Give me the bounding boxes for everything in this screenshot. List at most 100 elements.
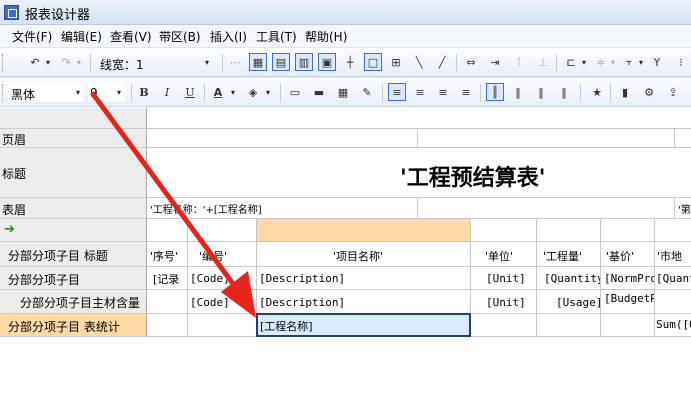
report-designer-window: 报表设计器 文件(F) 编辑(E) 查看(V) 带区(B) 插入(I) 工具(T… [0,0,691,412]
column-header[interactable]: '单位' [485,248,513,264]
insert-row-icon[interactable]: ⊥ [534,53,552,71]
align-justify-icon[interactable]: ≡ [457,83,475,101]
border-cross-icon[interactable]: ┼ [341,53,359,71]
band-table-header[interactable]: 表眉 [0,198,147,219]
split-icon[interactable]: ⇥ [486,53,504,71]
detail-cell[interactable]: [NormPro [604,272,654,285]
image-icon[interactable]: ▬ [310,83,328,101]
distribute-icon[interactable]: ≑ [592,53,610,71]
material-cell[interactable]: [BudgetR [604,292,654,305]
material-cell[interactable]: [Unit] [486,296,526,309]
band-detail-material[interactable]: 分部分项子目主材含量 [0,290,147,314]
bold-button[interactable]: B [135,83,153,101]
menu-help[interactable]: 帮助(H) [305,28,347,45]
column-header[interactable]: '市地 [657,248,691,264]
detail-cell[interactable]: [记录 [153,271,187,287]
tree-icon[interactable]: ⫟ [620,53,638,71]
detail-cell[interactable]: [Unit] [486,272,526,285]
border-horizontal-icon[interactable]: ▥ [295,53,313,71]
window-title: 报表设计器 [25,8,91,23]
band-label: 分部分项子目 表统计 [8,320,120,334]
band-label: 分部分项子目主材含量 [20,296,141,310]
chevron-down-icon[interactable]: ▾ [205,58,209,67]
border-inner-icon[interactable]: ▤ [272,53,290,71]
border-none-icon[interactable]: ⋯ [226,53,244,71]
band-page-header[interactable]: 页眉 [0,129,147,148]
insert-col-icon[interactable]: ⊺ [510,53,528,71]
dots-icon[interactable]: ⁝ [672,53,690,71]
border-grid-icon[interactable]: ⊞ [387,53,405,71]
title-bar: 报表设计器 [0,0,691,25]
menu-tools[interactable]: 工具(T) [256,28,297,45]
text-box-icon[interactable]: ▭ [286,83,304,101]
chevron-down-icon[interactable]: ▾ [76,88,80,97]
band-marker[interactable]: ➔ [0,219,147,242]
table-icon[interactable]: ▦ [334,83,352,101]
menu-file[interactable]: 文件(F) [12,28,52,45]
menu-edit[interactable]: 编辑(E) [61,28,102,45]
detail-cell[interactable]: [Quant [656,272,691,285]
report-design-grid[interactable]: 页眉 标题 表眉 ➔ 分部分项子目 标题 分部分项子目 分部分项子目主材含量 分… [0,108,691,412]
align-right-icon[interactable]: ≡ [434,83,452,101]
valign-top-icon[interactable]: ‖ [509,83,527,101]
arrow-right-icon: ➔ [4,222,15,237]
align-center-icon[interactable]: ≡ [411,83,429,101]
export-icon[interactable]: ⇪ [664,83,682,101]
align-left-icon[interactable]: ≡ [388,83,406,101]
gear-icon[interactable]: ⚙ [640,83,658,101]
material-cell[interactable]: [Usage] [556,296,602,309]
menu-view[interactable]: 查看(V) [110,28,152,45]
border-box-icon[interactable]: □ [364,53,382,71]
detail-cell[interactable]: [Code] [190,272,230,285]
band-label: 标题 [2,167,27,181]
undo-icon[interactable]: ↶ [26,53,44,71]
material-cell[interactable]: [Description] [259,296,345,309]
band-detail-total[interactable]: 分部分项子目 表统计 [0,314,147,337]
valign-fill-icon[interactable]: ║ [486,83,504,101]
column-header[interactable]: '基价' [606,248,634,264]
chevron-down-icon[interactable]: ▾ [117,88,121,97]
font-size-value: 9 [90,86,98,100]
underline-button[interactable]: U [181,83,199,101]
line-width-label: 线宽：1 [100,58,144,72]
app-icon [4,5,19,20]
project-name-header-cell[interactable]: '工程名称：'+[工程名称] [150,201,262,216]
page-number-header-cell[interactable]: '第 [678,201,691,216]
band-title[interactable]: 标题 [0,148,147,198]
column-header[interactable]: '工程量' [543,248,582,264]
selected-cell-text: [工程名称] [260,320,313,333]
align-left-obj-icon[interactable]: ⊏ [562,53,580,71]
diagonal-down-icon[interactable]: ╲ [410,53,428,71]
report-title-cell[interactable]: '工程预结算表' [400,160,545,192]
band-label: 分部分项子目 标题 [8,249,108,263]
band-label: 分部分项子目 [8,273,81,287]
menu-insert[interactable]: 插入(I) [210,28,247,45]
column-header[interactable]: '项目名称' [333,248,383,264]
menu-bar: 文件(F) 编辑(E) 查看(V) 带区(B) 插入(I) 工具(T) 帮助(H… [0,25,691,47]
star-icon[interactable]: ★ [588,83,606,101]
eraser-icon[interactable]: ✎ [358,83,376,101]
merge-icon[interactable]: ⇔ [462,53,480,71]
band-detail[interactable]: 分部分项子目 [0,267,147,290]
material-cell[interactable]: [Code] [190,296,230,309]
italic-button[interactable]: I [158,83,176,101]
menu-band[interactable]: 带区(B) [159,28,201,45]
book-icon[interactable]: ▮ [616,83,634,101]
valign-bottom-icon[interactable]: ‖ [555,83,573,101]
detail-cell[interactable]: [Quantity [544,272,600,285]
toolbar-line: ↶ ▾ ↷ ▾ 线宽：1 ▾ ⋯ ▦ ▤ ▥ ▣ ┼ □ ⊞ ╲ ╱ ⇔ ⇥ ⊺… [0,47,691,77]
sum-cell[interactable]: Sum([Q [656,318,691,331]
border-outer-icon[interactable]: ▣ [318,53,336,71]
selected-column-header[interactable] [257,219,470,241]
fill-color-icon[interactable]: ◈ [244,83,262,101]
column-header[interactable]: '序号' [150,248,178,264]
redo-icon[interactable]: ↷ [57,53,75,71]
detail-cell[interactable]: [Description] [259,272,345,285]
band-detail-title[interactable]: 分部分项子目 标题 [0,242,147,267]
diagonal-up-icon[interactable]: ╱ [433,53,451,71]
filter-icon[interactable]: Y [648,53,666,71]
font-color-icon[interactable]: A [209,83,227,101]
valign-middle-icon[interactable]: ‖ [532,83,550,101]
column-header[interactable]: '编号' [199,248,227,264]
border-all-icon[interactable]: ▦ [249,53,267,71]
